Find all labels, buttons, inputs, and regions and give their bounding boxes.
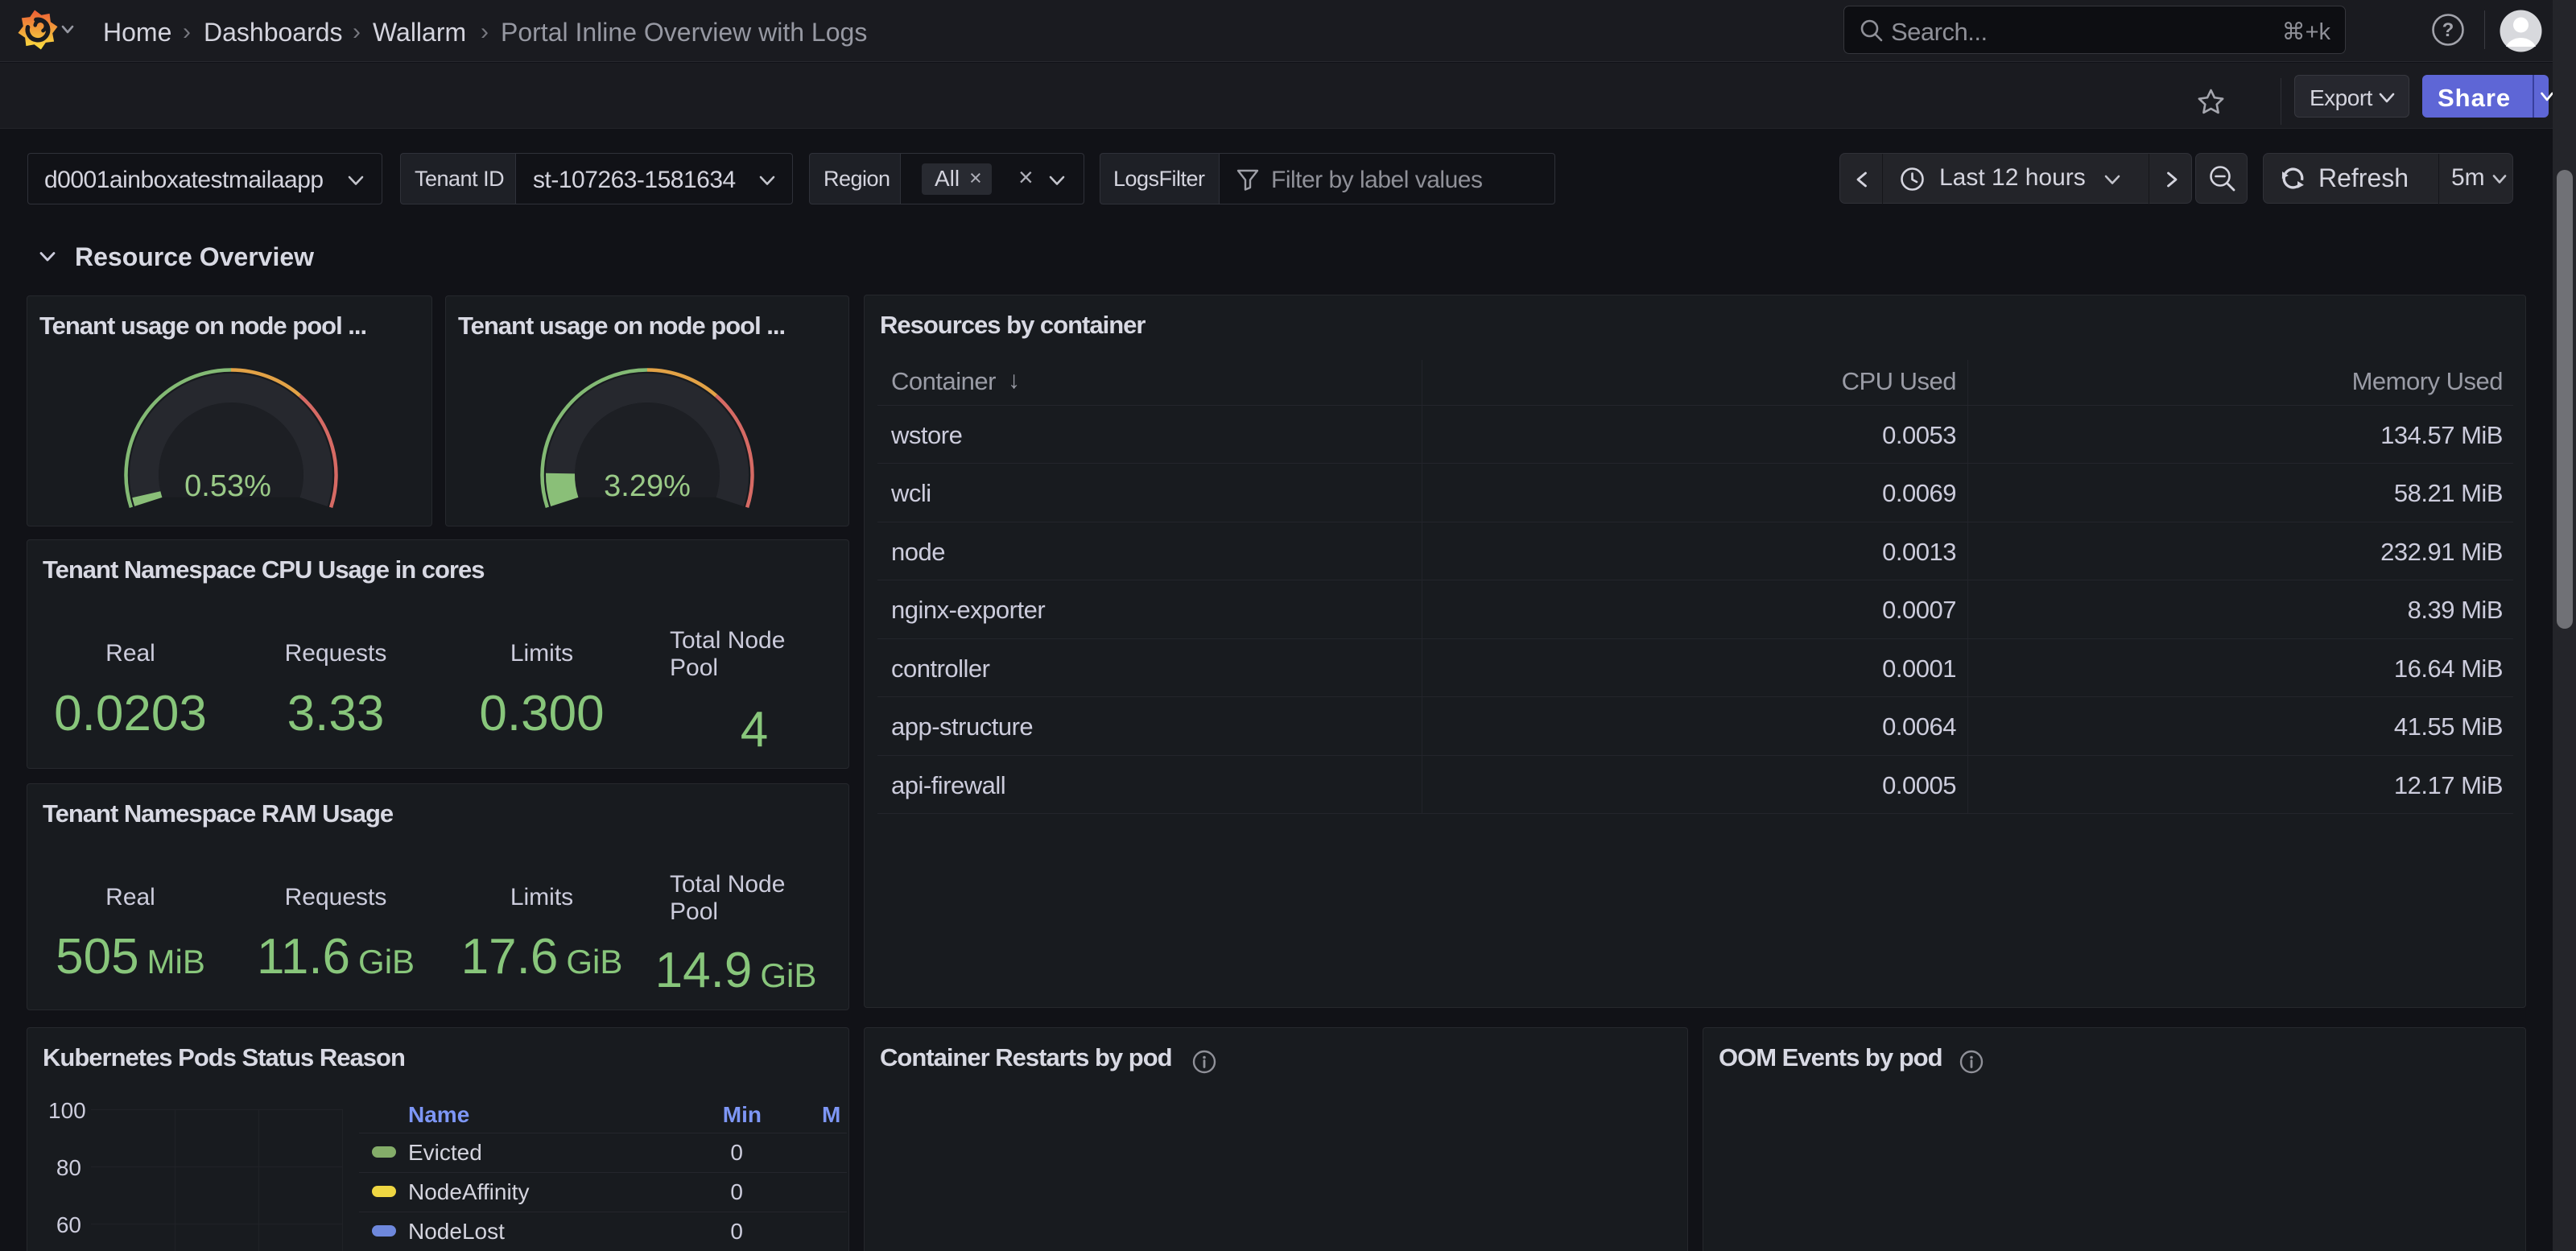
svg-text:3.29%: 3.29% — [604, 469, 691, 503]
svg-text:0.53%: 0.53% — [184, 469, 271, 503]
svg-text:?: ? — [2442, 19, 2454, 41]
